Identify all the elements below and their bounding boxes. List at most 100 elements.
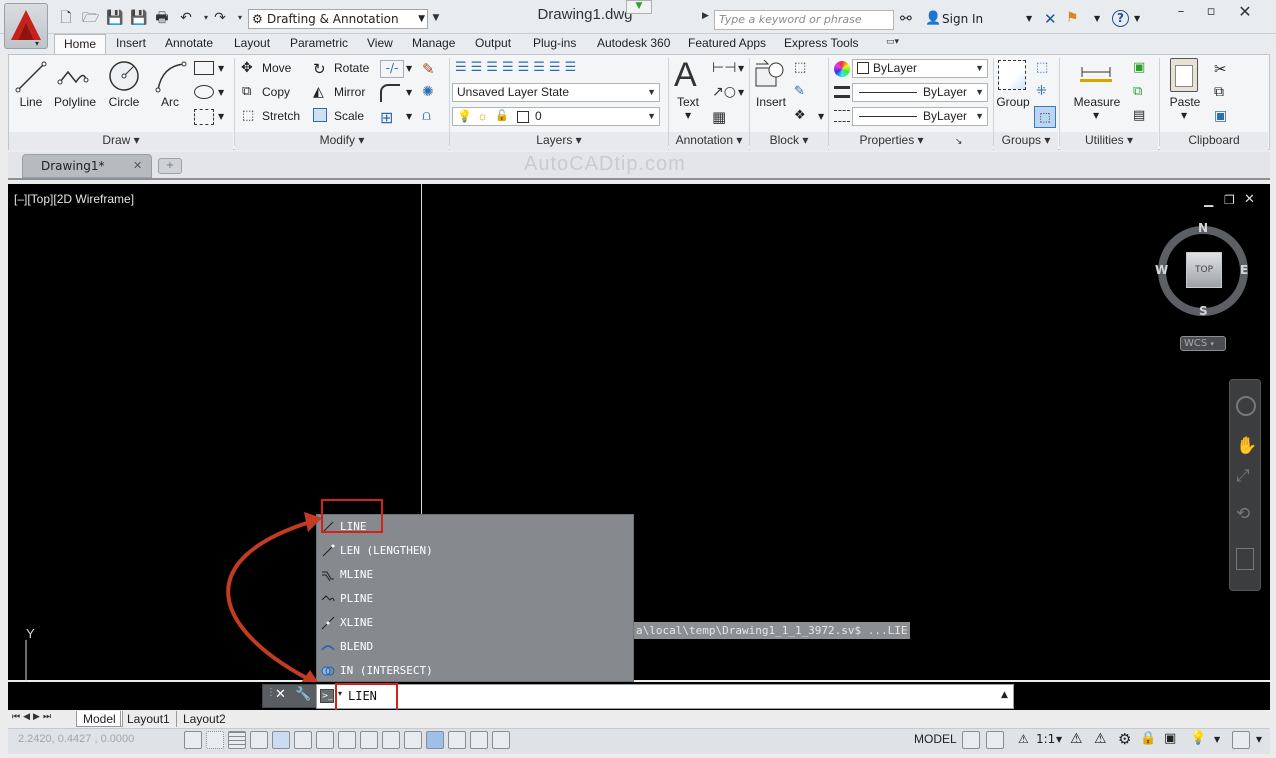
chevron-down-icon[interactable]: ▼ xyxy=(1056,735,1062,744)
modify-panel-title[interactable]: Modify ▾ xyxy=(235,132,449,150)
infer-constraints-icon[interactable] xyxy=(184,731,202,749)
tab-view[interactable]: View xyxy=(367,34,393,54)
line-label[interactable]: Line xyxy=(16,95,46,109)
close-tab-icon[interactable]: ✕ xyxy=(133,155,142,177)
dimension-icon[interactable]: ⊢⊣ xyxy=(712,60,736,76)
tab-express-tools[interactable]: Express Tools xyxy=(784,34,858,54)
grid-icon[interactable] xyxy=(228,731,246,749)
help-icon[interactable]: ? xyxy=(1112,10,1129,27)
calculator-icon[interactable]: ▤ xyxy=(1133,108,1145,123)
chevron-down-icon[interactable]: ▼ xyxy=(406,88,412,97)
quick-view-layouts-icon[interactable] xyxy=(962,731,980,749)
autocomplete-item-xline[interactable]: XLINE xyxy=(317,611,633,635)
autocomplete-item-intersect[interactable]: IN (INTERSECT) xyxy=(317,659,633,683)
measure-button[interactable]: Measure xyxy=(1070,95,1124,109)
mirror-icon[interactable]: ◭ xyxy=(313,84,324,100)
linetype-select[interactable]: ByLayer ▼ xyxy=(852,83,988,102)
autocomplete-item-lengthen[interactable]: LEN (LENGTHEN) xyxy=(317,539,633,563)
close-command-line-icon[interactable]: ✕ xyxy=(275,687,286,702)
group-icon[interactable] xyxy=(998,60,1026,90)
layer-select[interactable]: 💡 ☼ 🔓 0 ▼ xyxy=(452,107,660,126)
leader-icon[interactable]: ↗○ xyxy=(712,84,736,100)
rectangle-icon[interactable] xyxy=(194,61,214,75)
cut-icon[interactable]: ✂ xyxy=(1214,60,1227,78)
group-selection-toggle-icon[interactable]: ⬚ xyxy=(1034,106,1056,128)
chevron-down-icon[interactable]: ▼ xyxy=(1181,111,1187,120)
search-input[interactable]: Type a keyword or phrase xyxy=(714,10,894,30)
file-tab-drawing1[interactable]: Drawing1* ✕ xyxy=(22,154,152,178)
redo-dropdown-icon[interactable]: ▾ xyxy=(232,10,248,26)
line-button[interactable] xyxy=(14,60,48,94)
hatch-icon[interactable] xyxy=(194,109,214,125)
ucs-menu[interactable]: WCS ▾ xyxy=(1180,336,1226,351)
workspace-switcher[interactable]: ⚙ Drafting & Annotation ▼ xyxy=(248,9,428,29)
paste-icon[interactable] xyxy=(1170,58,1198,92)
viewport-close-icon[interactable]: ✕ xyxy=(1244,192,1255,207)
move-icon[interactable]: ✥ xyxy=(241,60,253,76)
mirror-button[interactable]: Mirror xyxy=(334,85,365,99)
snap-mode-icon[interactable] xyxy=(206,731,224,749)
dynamic-input-icon[interactable] xyxy=(382,731,400,749)
insert-icon[interactable] xyxy=(754,60,786,90)
open-icon[interactable]: 🗁 xyxy=(82,10,99,26)
tab-manage[interactable]: Manage xyxy=(412,34,455,54)
minimize-button[interactable]: – xyxy=(1166,2,1196,22)
layers-panel-title[interactable]: Layers ▾ xyxy=(450,132,668,150)
chevron-down-icon[interactable]: ▼ xyxy=(738,64,744,73)
maximize-button[interactable]: ▫ xyxy=(1196,2,1226,22)
save-as-icon[interactable]: 💾 xyxy=(130,10,147,26)
command-history-toggle-icon[interactable]: ▲ xyxy=(1001,690,1008,700)
compass-south[interactable]: S xyxy=(1199,304,1208,318)
orbit-icon[interactable]: ⟲ xyxy=(1236,504,1250,524)
binoculars-icon[interactable]: ⚯ xyxy=(900,11,912,27)
ortho-icon[interactable] xyxy=(250,731,268,749)
stretch-icon[interactable]: ⬚ xyxy=(242,108,254,123)
move-button[interactable]: Move xyxy=(262,61,291,75)
scale-icon[interactable] xyxy=(313,108,327,122)
new-icon[interactable]: 🗋 xyxy=(58,10,74,26)
lineweight-icon[interactable] xyxy=(834,86,850,98)
viewport-controls[interactable]: [–][Top][2D Wireframe] xyxy=(14,192,134,206)
autocomplete-item-blend[interactable]: BLEND xyxy=(317,635,633,659)
customize-wrench-icon[interactable]: 🔧 xyxy=(295,687,311,702)
layer-state-select[interactable]: Unsaved Layer State ▼ xyxy=(452,83,660,102)
ellipse-icon[interactable] xyxy=(194,85,214,99)
scale-button[interactable]: Scale xyxy=(334,109,364,123)
transparency-icon[interactable] xyxy=(426,731,444,749)
annotation-monitor-icon[interactable] xyxy=(492,731,510,749)
rotate-button[interactable]: Rotate xyxy=(334,61,369,75)
infocenter-collapse-icon[interactable]: ▶ xyxy=(702,11,709,21)
workspace-switching-gear-icon[interactable]: ⚙ xyxy=(1118,730,1131,748)
edit-block-icon[interactable]: ✎ xyxy=(794,84,805,99)
object-snap-tracking-icon[interactable] xyxy=(338,731,356,749)
chevron-down-icon[interactable]: ▼ xyxy=(218,64,224,73)
chevron-down-icon[interactable]: ▼ xyxy=(1094,14,1100,23)
color-select[interactable]: ByLayer ▼ xyxy=(852,59,988,78)
measure-icon[interactable] xyxy=(1080,64,1112,82)
polyline-button[interactable] xyxy=(56,60,90,94)
3d-osnap-icon[interactable] xyxy=(316,731,334,749)
layer-tools-icon[interactable]: ☰☰☰☰☰☰☰☰ xyxy=(455,60,580,75)
lock-icon[interactable]: 🔒 xyxy=(1140,731,1156,746)
tab-plug-ins[interactable]: Plug-ins xyxy=(533,34,576,54)
tab-featured-apps[interactable]: Featured Apps xyxy=(688,34,766,54)
command-prompt-icon[interactable]: >_ xyxy=(320,689,334,703)
select-all-icon[interactable]: ⧉ xyxy=(1133,84,1142,99)
exchange-apps-icon[interactable]: ✕ xyxy=(1044,10,1057,28)
coordinates-readout[interactable]: 2.2420, 0.4427 , 0.0000 xyxy=(18,733,134,745)
autocomplete-item-pline[interactable]: PLINE xyxy=(317,587,633,611)
circle-button[interactable] xyxy=(106,58,142,94)
annotation-visibility-icon[interactable]: ⚠ xyxy=(1070,731,1083,747)
isolate-objects-icon[interactable]: 💡 xyxy=(1190,731,1206,746)
chevron-down-icon[interactable]: ▼ xyxy=(406,64,412,73)
tab-autodesk-360[interactable]: Autodesk 360 xyxy=(597,34,670,54)
tab-insert[interactable]: Insert xyxy=(116,34,146,54)
chevron-down-icon[interactable]: ▼ xyxy=(1026,14,1032,23)
command-input[interactable]: >_ ▾ ▲ xyxy=(316,684,1014,709)
pan-hand-icon[interactable]: ✋ xyxy=(1236,436,1257,456)
text-icon[interactable]: A xyxy=(674,56,697,95)
group-edit-icon[interactable]: ⁜ xyxy=(1036,84,1047,99)
stretch-button[interactable]: Stretch xyxy=(262,109,300,123)
erase-icon[interactable]: ✎ xyxy=(422,60,435,78)
drawing-viewport[interactable] xyxy=(8,184,1270,680)
